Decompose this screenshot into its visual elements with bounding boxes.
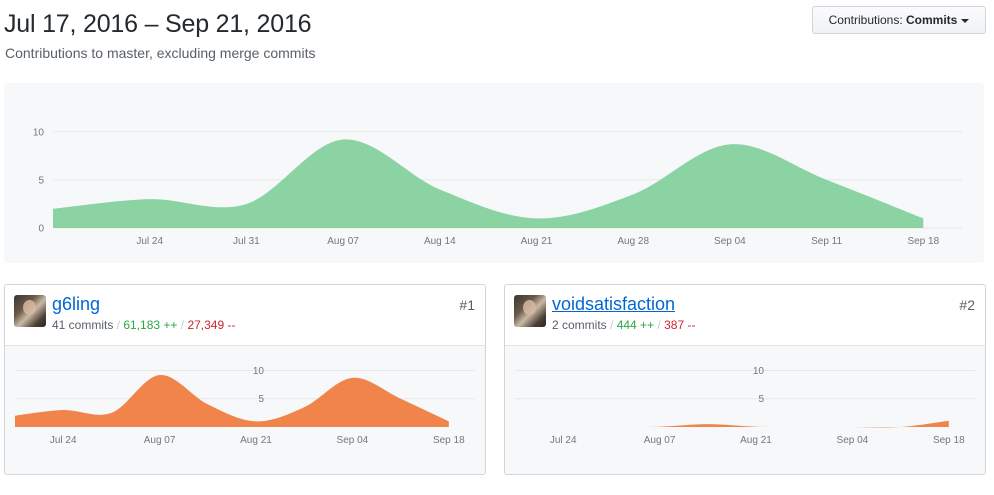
y-tick-label: 10 [253,366,265,377]
contributor-card: voidsatisfaction 2 commits / 444 ++ / 38… [504,284,986,475]
contributor-card: g6ling 41 commits / 61,183 ++ / 27,349 -… [4,284,486,475]
x-tick-label: Sep 11 [811,236,842,247]
x-tick-label: Aug 07 [144,435,176,446]
contributions-type-dropdown[interactable]: Contributions: Commits [812,6,986,34]
stats-separator: / [606,318,617,332]
x-tick-label: Sep 04 [337,435,369,446]
contributor-header: voidsatisfaction 2 commits / 444 ++ / 38… [505,285,985,345]
x-tick-label: Jul 24 [50,435,77,446]
stats-separator: / [177,318,188,332]
contributor-header: g6ling 41 commits / 61,183 ++ / 27,349 -… [5,285,485,345]
contributor-rank: #1 [459,297,475,313]
contributor-name-link[interactable]: voidsatisfaction [552,293,675,315]
commit-count: 41 commits [52,318,114,332]
area-series [15,374,449,427]
x-tick-label: Aug 21 [240,435,272,446]
stats-separator: / [654,318,665,332]
y-tick-label: 0 [38,224,44,235]
x-tick-label: Sep 04 [714,236,746,247]
x-tick-label: Jul 31 [233,236,260,247]
x-tick-label: Aug 21 [521,236,553,247]
x-tick-label: Jul 24 [550,435,577,446]
contributor-rank: #2 [959,297,975,313]
deletions-count: 387 -- [664,318,696,332]
contributions-label: Contributions: [828,13,907,27]
deletions-count: 27,349 -- [187,318,236,332]
x-tick-label: Sep 04 [837,435,869,446]
page-subtitle: Contributions to master, excluding merge… [5,45,316,61]
x-tick-label: Sep 18 [907,236,939,247]
x-tick-label: Sep 18 [433,435,465,446]
y-tick-label: 5 [38,175,44,186]
y-tick-label: 10 [753,366,765,377]
avatar[interactable] [14,295,46,327]
main-contributions-chart: 0 5 10 Jul 24 Jul 31 Aug 07 Aug 14 Aug 21 Aug 28… [4,83,984,263]
additions-count: 61,183 ++ [123,318,178,332]
contributor-stats: 2 commits / 444 ++ / 387 -- [552,317,695,333]
additions-count: 444 ++ [616,318,655,332]
y-tick-label: 5 [258,394,264,405]
avatar[interactable] [514,295,546,327]
area-series [515,420,949,428]
x-tick-label: Aug 21 [740,435,772,446]
contributor-chart-svg: 5 10 Jul 24 Aug 07 Aug 21 Sep 04 Sep 18 [515,366,975,446]
x-tick-label: Aug 14 [424,236,456,247]
page-title: Jul 17, 2016 – Sep 21, 2016 [4,10,312,38]
x-tick-label: Aug 07 [644,435,676,446]
x-tick-label: Jul 24 [136,236,163,247]
x-tick-label: Aug 28 [617,236,649,247]
contributor-stats: 41 commits / 61,183 ++ / 27,349 -- [52,317,235,333]
x-tick-label: Aug 07 [327,236,359,247]
commit-count: 2 commits [552,318,607,332]
contributor-chart-svg: 5 10 Jul 24 Aug 07 Aug 21 Sep 04 Sep 18 [15,366,475,446]
contributor-chart: 5 10 Jul 24 Aug 07 Aug 21 Sep 04 Sep 18 [505,345,985,474]
contributions-value: Commits [906,13,958,27]
area-series [53,139,924,228]
contributor-chart: 5 10 Jul 24 Aug 07 Aug 21 Sep 04 Sep 18 [5,345,485,474]
y-tick-label: 10 [33,127,45,138]
contributor-name-link[interactable]: g6ling [52,293,100,315]
caret-down-icon [961,18,970,23]
x-tick-label: Sep 18 [933,435,965,446]
y-tick-label: 5 [758,394,764,405]
main-chart-svg: 0 5 10 Jul 24 Jul 31 Aug 07 Aug 14 Aug 21 Aug 28… [33,127,962,247]
stats-separator: / [113,318,124,332]
